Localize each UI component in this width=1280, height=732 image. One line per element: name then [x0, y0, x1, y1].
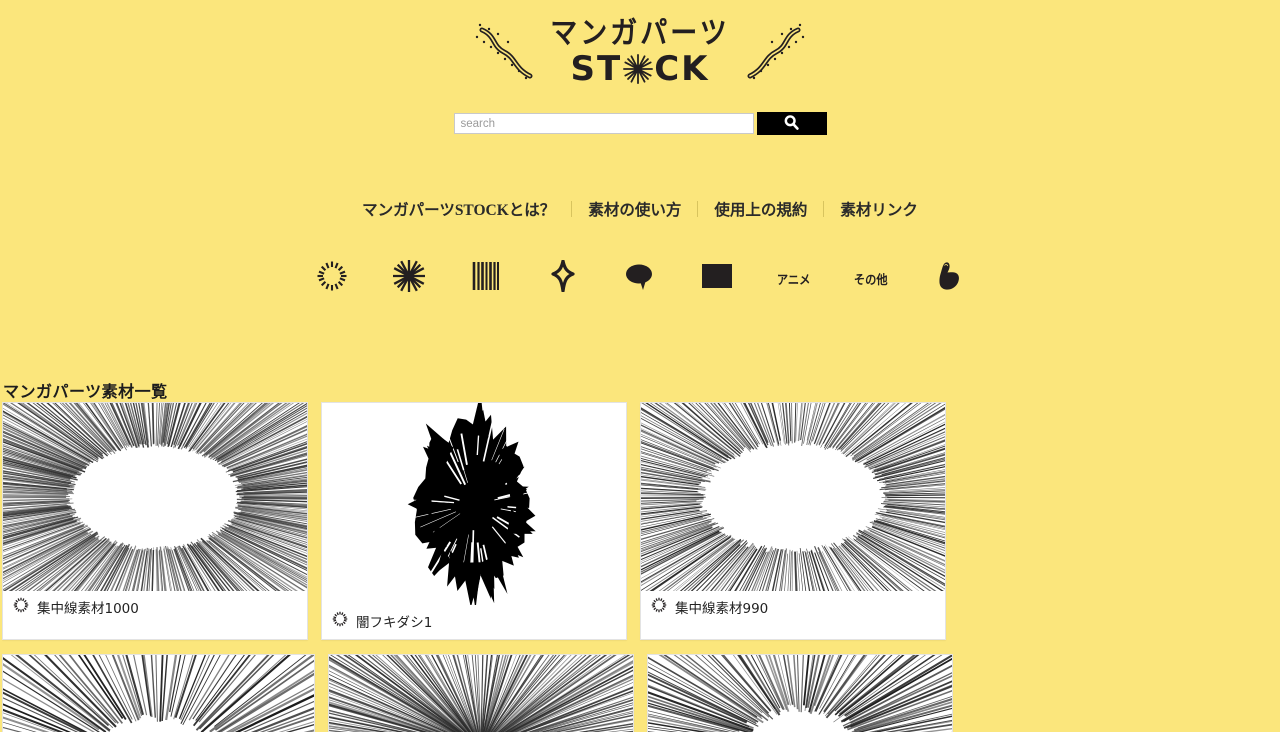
concentration-lines-art: [329, 655, 633, 732]
category-flash-burst[interactable]: [387, 258, 431, 298]
material-card[interactable]: 集中線素材990: [640, 402, 946, 640]
page-title: マンガパーツ素材一覧: [3, 382, 168, 401]
site-logo[interactable]: マンガパーツ ST CK: [0, 14, 1280, 92]
category-thumbs-up[interactable]: [926, 258, 970, 298]
material-grid: 集中線素材1000 闇フキダシ1 集中線素材990: [2, 402, 1280, 732]
material-card-label: 闇フキダシ1: [322, 605, 626, 639]
concentration-lines-icon: [332, 611, 348, 631]
material-title: 集中線素材1000: [37, 601, 139, 617]
nav-item-terms[interactable]: 使用上の規約: [698, 198, 823, 220]
category-speech-bubble[interactable]: [618, 258, 662, 298]
nav-item-about[interactable]: マンガパーツSTOCKとは？: [346, 198, 571, 220]
search-bar: [0, 112, 1280, 135]
material-thumbnail: [648, 655, 952, 732]
thumbs-up-icon: [933, 260, 963, 297]
category-tone-square[interactable]: [695, 258, 739, 298]
concentration-lines-art: [641, 403, 945, 591]
material-card[interactable]: [647, 654, 953, 732]
search-icon: [783, 114, 800, 134]
material-thumbnail: [641, 403, 945, 591]
material-card[interactable]: [328, 654, 634, 732]
material-title: 集中線素材990: [675, 601, 769, 617]
category-anime[interactable]: アニメ: [772, 258, 816, 298]
page-root: マンガパーツ ST CK search マンガパーツSTOCKとは？ 素材の使い…: [0, 0, 1280, 732]
speed-lines-icon: [471, 260, 501, 297]
concentration-lines-icon: [651, 597, 667, 617]
site-header: マンガパーツ ST CK search マンガパーツSTOCKとは？ 素材の使い…: [0, 0, 1280, 298]
logo-ck-text: CK: [654, 49, 710, 89]
tone-square-icon: [701, 263, 733, 294]
flash-burst-icon: [392, 259, 426, 298]
logo-text: マンガパーツ ST CK: [550, 16, 730, 86]
category-speed-lines[interactable]: [464, 258, 508, 298]
logo-st-text: ST: [570, 49, 623, 89]
material-card[interactable]: 闇フキダシ1: [321, 402, 627, 640]
category-concentration-lines[interactable]: [310, 258, 354, 298]
material-card[interactable]: 集中線素材986: [2, 654, 315, 732]
sparkle-shine-icon: [548, 258, 578, 297]
search-input[interactable]: [453, 113, 754, 134]
concentration-lines-icon: [316, 260, 348, 297]
category-other[interactable]: その他: [849, 258, 893, 298]
anime-text-icon: アニメ: [777, 271, 811, 287]
concentration-lines-icon: [13, 597, 29, 617]
logo-line-2: ST CK: [571, 52, 710, 86]
dark-ink-blob-art: [322, 403, 626, 605]
material-card-label: 集中線素材990: [641, 591, 945, 625]
material-card-label: 集中線素材1000: [3, 591, 307, 625]
category-sparkle-shine[interactable]: [541, 258, 585, 298]
speech-bubble-icon: [623, 261, 657, 296]
logo-squiggle-left-icon: [476, 23, 533, 80]
material-title: 闇フキダシ1: [356, 615, 433, 631]
concentration-lines-art: [3, 655, 314, 732]
starburst-icon: [623, 53, 654, 85]
nav-item-links[interactable]: 素材リンク: [824, 198, 934, 220]
concentration-lines-art: [3, 403, 307, 591]
main-nav: マンガパーツSTOCKとは？ 素材の使い方 使用上の規約 素材リンク: [0, 198, 1280, 220]
material-thumbnail: [3, 655, 314, 732]
material-thumbnail: [3, 403, 307, 591]
material-card[interactable]: 集中線素材1000: [2, 402, 308, 640]
search-button[interactable]: [756, 112, 827, 135]
material-thumbnail: [329, 655, 633, 732]
logo-line-1: マンガパーツ: [550, 16, 730, 51]
material-thumbnail: [322, 403, 626, 605]
concentration-lines-art: [648, 655, 952, 732]
other-text-icon: その他: [854, 271, 888, 287]
logo-squiggle-right-icon: [747, 23, 804, 80]
nav-item-usage[interactable]: 素材の使い方: [572, 198, 697, 220]
category-nav: アニメ その他: [0, 258, 1280, 298]
